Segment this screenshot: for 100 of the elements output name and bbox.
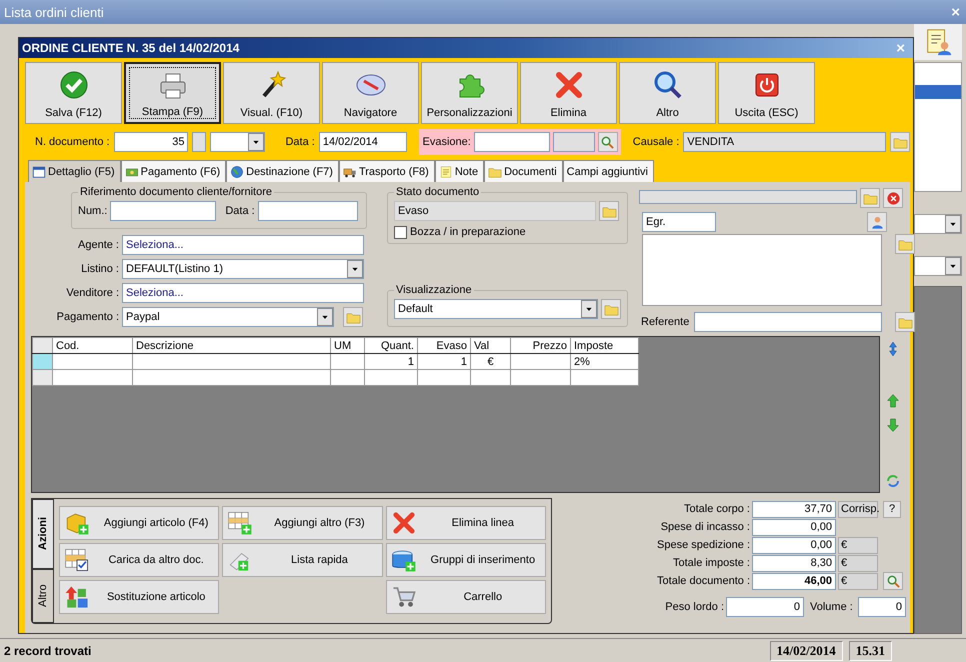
- vertical-tab[interactable]: Azioni: [32, 499, 54, 569]
- toolbar-button[interactable]: Stampa (F9): [124, 62, 221, 124]
- volume-field[interactable]: 0: [858, 597, 906, 617]
- group-title: Riferimento documento cliente/fornitore: [79, 186, 273, 200]
- tab[interactable]: Trasporto (F8): [338, 160, 435, 182]
- dropdown-button[interactable]: [581, 300, 597, 318]
- tab[interactable]: Note: [434, 160, 484, 182]
- toolbar-button[interactable]: Elimina: [520, 62, 617, 124]
- reference-date-field[interactable]: [258, 201, 358, 222]
- field-label: Listino :: [80, 263, 119, 276]
- amount-field: 0,00: [752, 518, 836, 536]
- tab[interactable]: Destinazione (F7): [226, 160, 339, 182]
- fulfillment-field[interactable]: [474, 132, 550, 152]
- fulfillment-field[interactable]: [552, 132, 595, 152]
- action-button[interactable]: Elimina linea: [386, 506, 546, 540]
- action-button[interactable]: Carrello: [386, 580, 546, 614]
- column-header[interactable]: UM: [330, 338, 364, 354]
- contact-field[interactable]: [694, 312, 882, 332]
- tab[interactable]: Campi aggiuntivi: [562, 160, 654, 182]
- folder-button[interactable]: [860, 188, 880, 208]
- field-label: Peso lordo :: [664, 601, 724, 613]
- search-button[interactable]: [598, 132, 618, 152]
- action-button[interactable]: Gruppi di inserimento: [386, 543, 546, 577]
- toolbar-button[interactable]: Navigatore: [322, 62, 419, 124]
- dialog-title: ORDINE CLIENTE N. 35 del 14/02/2014: [22, 41, 240, 55]
- field-label: Spese spedizione :: [656, 539, 750, 551]
- delete-button[interactable]: [883, 188, 903, 208]
- dropdown-field[interactable]: DEFAULT(Listino 1): [122, 259, 364, 280]
- status-time: 15.31: [848, 640, 892, 660]
- group-title: Stato documento: [395, 186, 480, 200]
- amount-field: 8,30: [752, 554, 836, 572]
- field-label: Volume :: [810, 601, 854, 613]
- checkbox[interactable]: [394, 226, 407, 239]
- status-date: 14/02/2014: [770, 640, 843, 660]
- spin-box[interactable]: [192, 132, 206, 152]
- action-button[interactable]: Sostituzione articolo: [59, 580, 220, 614]
- group-title: Visualizzazione: [395, 284, 473, 298]
- folder-button[interactable]: [895, 234, 915, 254]
- tab[interactable]: Documenti: [484, 160, 563, 182]
- column-header[interactable]: Descrizione: [132, 338, 330, 354]
- field-label: Totale documento :: [656, 575, 750, 587]
- column-header[interactable]: Cod.: [52, 338, 132, 354]
- check-icon: [58, 69, 90, 101]
- toolbar-button[interactable]: Altro: [619, 62, 716, 124]
- zoom-button[interactable]: [883, 572, 903, 590]
- folder-button[interactable]: [895, 312, 915, 332]
- folder-button[interactable]: [343, 307, 363, 328]
- lookup-field[interactable]: Seleziona...: [122, 283, 364, 304]
- contact-button[interactable]: [867, 212, 887, 232]
- address-box[interactable]: [642, 234, 882, 306]
- dropdown-field[interactable]: Paypal: [122, 307, 334, 328]
- dropdown-button[interactable]: [248, 133, 264, 151]
- column-header[interactable]: Quant.: [364, 338, 418, 354]
- help-button[interactable]: ?: [883, 500, 901, 518]
- field-label: Data :: [225, 205, 255, 218]
- toolbar-button[interactable]: Uscita (ESC): [718, 62, 815, 124]
- x-mark-icon: [390, 510, 417, 536]
- field-label: Num.:: [78, 205, 108, 218]
- column-header[interactable]: Evaso: [418, 338, 470, 354]
- field-label: Data :: [285, 136, 315, 148]
- column-header[interactable]: Imposte: [570, 338, 638, 354]
- date-field[interactable]: 14/02/2014: [318, 132, 408, 152]
- dropdown-field[interactable]: Default: [394, 299, 598, 320]
- grid-check-icon: [64, 547, 90, 573]
- folder-button[interactable]: [599, 201, 619, 222]
- vertical-tab[interactable]: Altro: [32, 569, 54, 623]
- field-label: Totale corpo :: [682, 503, 750, 515]
- currency-field: €: [838, 572, 878, 590]
- salutation-field[interactable]: Egr.: [642, 212, 716, 232]
- checkbox-label: Bozza / in preparazione: [410, 226, 526, 238]
- close-icon: [886, 190, 900, 206]
- dropdown-button[interactable]: [347, 260, 363, 278]
- action-button[interactable]: Lista rapida: [222, 543, 383, 577]
- action-button[interactable]: Aggiungi altro (F3): [222, 506, 383, 540]
- tab[interactable]: Pagamento (F6): [120, 160, 226, 182]
- field-label: Totale imposte :: [672, 557, 750, 569]
- dropdown-button[interactable]: [945, 215, 961, 233]
- dropdown-button[interactable]: [945, 257, 961, 275]
- toolbar-button[interactable]: Personalizzazioni: [421, 62, 518, 124]
- column-header[interactable]: Prezzo: [510, 338, 570, 354]
- field-label: Spese di incasso :: [660, 521, 750, 533]
- folder-button[interactable]: [890, 132, 910, 152]
- window-title: Lista ordini clienti: [4, 4, 104, 20]
- dropdown-button[interactable]: [317, 308, 333, 326]
- column-header[interactable]: Val: [470, 338, 510, 354]
- table-cell: 1: [418, 354, 470, 370]
- reference-number-field[interactable]: [110, 201, 216, 222]
- lookup-field[interactable]: Seleziona...: [122, 235, 364, 256]
- dropdown-value: DEFAULT(Listino 1): [126, 263, 224, 276]
- toolbar-button[interactable]: Salva (F12): [25, 62, 122, 124]
- action-button[interactable]: Carica da altro doc.: [59, 543, 220, 577]
- number-field[interactable]: 35: [114, 132, 188, 152]
- row-indicator[interactable]: [32, 354, 52, 370]
- field-label: Venditore :: [65, 287, 119, 300]
- magnifier-icon: [886, 574, 900, 588]
- weight-field[interactable]: 0: [726, 597, 804, 617]
- reason-field[interactable]: VENDITA: [683, 132, 886, 152]
- tab[interactable]: Dettaglio (F5): [28, 160, 121, 182]
- action-button[interactable]: Aggiungi articolo (F4): [59, 506, 220, 540]
- toolbar-button[interactable]: Visual. (F10): [223, 62, 320, 124]
